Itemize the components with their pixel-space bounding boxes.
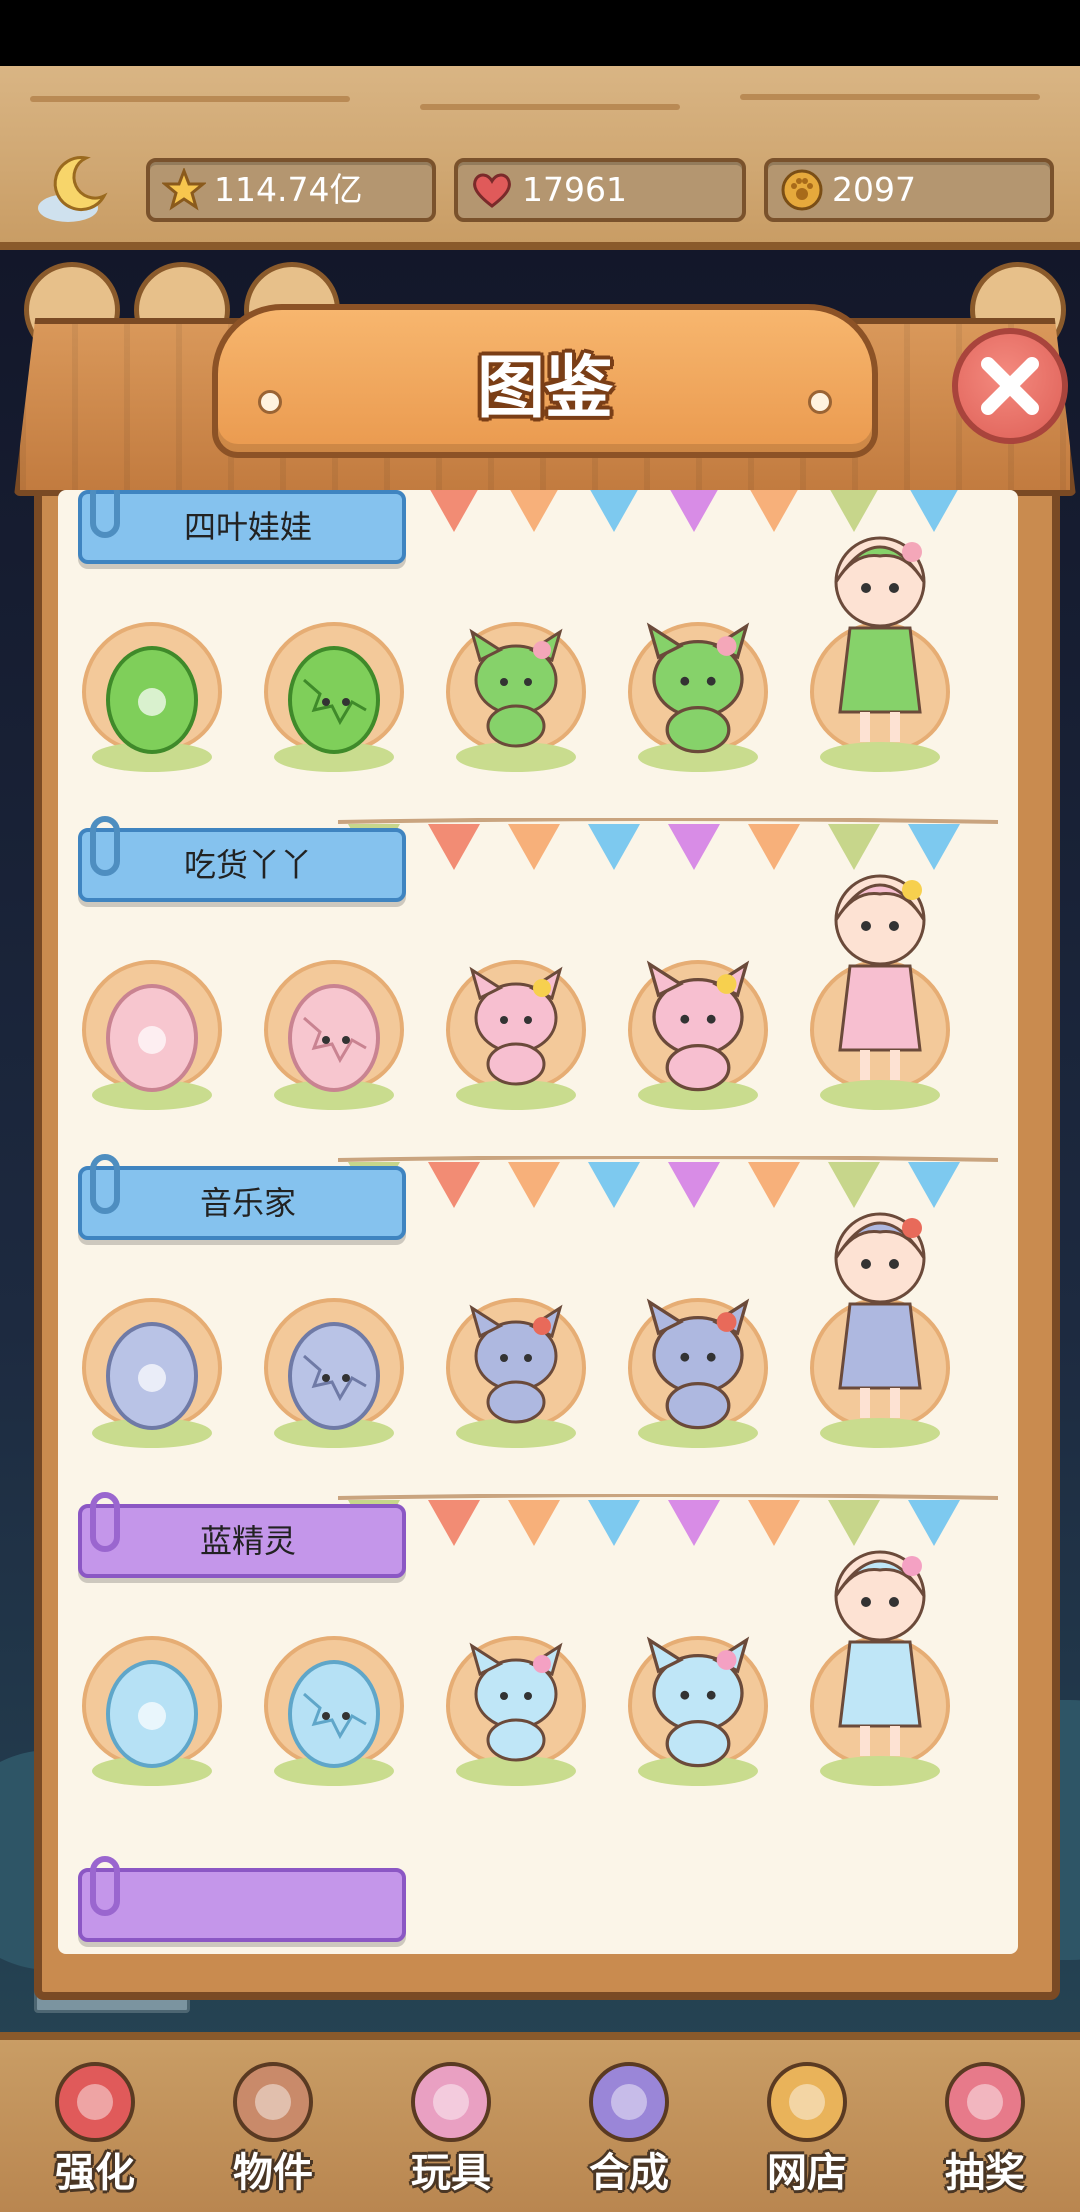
- nav-label: 网店: [767, 2150, 847, 2196]
- cards-icon: [589, 2062, 669, 2142]
- coins-counter: 2097: [764, 158, 1054, 222]
- heart-icon: [473, 173, 511, 208]
- collection-entry-cracked-egg[interactable]: [264, 1636, 404, 1786]
- collection-entry-child[interactable]: [628, 1636, 768, 1786]
- pet-character-icon: [469, 1304, 563, 1424]
- evolved-character-icon: [834, 1550, 926, 1756]
- nav-label: 强化: [55, 2150, 135, 2196]
- evolved-character-icon: [834, 1212, 926, 1418]
- collection-list[interactable]: 四叶娃娃 吃货丫丫 音乐家 蓝精灵: [58, 490, 1018, 1954]
- title-board: 图鉴: [212, 304, 878, 458]
- collection-entry-child[interactable]: [628, 960, 768, 1110]
- nav-label: 合成: [589, 2150, 669, 2196]
- pet-character-icon: [646, 960, 750, 1092]
- collection-entry-egg[interactable]: [82, 1298, 222, 1448]
- pet-character-icon: [469, 966, 563, 1086]
- collection-entry-egg[interactable]: [82, 1636, 222, 1786]
- collection-tag: 蓝精灵: [78, 1492, 406, 1578]
- stars-value: 114.74亿: [214, 170, 363, 209]
- collection-entry-humanoid[interactable]: [810, 1550, 950, 1786]
- collection-entry-egg[interactable]: [82, 960, 222, 1110]
- collection-name: 吃货丫丫: [183, 846, 312, 884]
- close-icon: [981, 357, 1039, 415]
- egg-icon: [106, 1660, 198, 1768]
- shop-icon: [767, 2062, 847, 2142]
- cracked-egg-icon: [288, 1322, 380, 1430]
- collection-tag: 吃货丫丫: [78, 816, 406, 902]
- evolved-character-icon: [834, 874, 926, 1080]
- lottery-wheel-icon: [945, 2062, 1025, 2142]
- cracked-egg-icon: [288, 984, 380, 1092]
- nav-4[interactable]: 网店: [722, 2060, 892, 2200]
- collection-entry-baby[interactable]: [446, 1298, 586, 1448]
- cracked-egg-icon: [288, 1660, 380, 1768]
- collection-section: 音乐家: [58, 1148, 1018, 1484]
- collection-entry-baby[interactable]: [446, 622, 586, 772]
- collection-name: 四叶娃娃: [183, 508, 312, 546]
- nav-3[interactable]: 合成: [544, 2060, 714, 2200]
- collection-entry-cracked-egg[interactable]: [264, 1298, 404, 1448]
- pet-character-icon: [469, 628, 563, 748]
- star-icon: [162, 168, 206, 211]
- collection-entry-child[interactable]: [628, 622, 768, 772]
- egg-icon: [106, 646, 198, 754]
- night-moon-icon[interactable]: [34, 150, 114, 230]
- nav-label: 物件: [233, 2150, 313, 2196]
- collection-section: 蓝精灵: [58, 1486, 1018, 1822]
- collection-entry-humanoid[interactable]: [810, 874, 950, 1110]
- collection-entry-egg[interactable]: [82, 622, 222, 772]
- collection-section: 吃货丫丫: [58, 810, 1018, 1146]
- collection-name: 音乐家: [199, 1184, 296, 1222]
- collection-tag: 音乐家: [78, 1154, 406, 1240]
- pet-character-icon: [646, 1298, 750, 1430]
- pet-character-icon: [469, 1642, 563, 1762]
- pet-character-icon: [646, 1636, 750, 1768]
- collection-entry-baby[interactable]: [446, 1636, 586, 1786]
- stars-counter: 114.74亿: [146, 158, 436, 222]
- piano-icon: [233, 2062, 313, 2142]
- collection-entry-baby[interactable]: [446, 960, 586, 1110]
- nav-1[interactable]: 物件: [188, 2060, 358, 2200]
- nav-5[interactable]: 抽奖: [900, 2060, 1070, 2200]
- popup-title: 图鉴: [476, 349, 613, 428]
- nav-2[interactable]: 玩具: [366, 2060, 536, 2200]
- status-bar: [0, 0, 1080, 66]
- collection-entry-cracked-egg[interactable]: [264, 960, 404, 1110]
- coins-value: 2097: [832, 170, 916, 209]
- lollipop-icon: [55, 2062, 135, 2142]
- egg-icon: [106, 984, 198, 1092]
- egg-icon: [106, 1322, 198, 1430]
- nav-label: 玩具: [411, 2150, 491, 2196]
- hearts-value: 17961: [522, 170, 627, 209]
- nav-label: 抽奖: [945, 2150, 1025, 2196]
- nav-0[interactable]: 强化: [10, 2060, 180, 2200]
- collection-section: 四叶娃娃: [58, 490, 1018, 808]
- collection-entry-child[interactable]: [628, 1298, 768, 1448]
- hearts-counter: 17961: [454, 158, 746, 222]
- toy-house-icon: [411, 2062, 491, 2142]
- collection-tag-partial: [78, 1856, 406, 1942]
- pet-character-icon: [646, 622, 750, 754]
- collection-name: 蓝精灵: [199, 1522, 296, 1560]
- close-button[interactable]: [952, 328, 1068, 444]
- collection-tag: 四叶娃娃: [78, 490, 406, 564]
- collection-entry-cracked-egg[interactable]: [264, 622, 404, 772]
- collection-entry-humanoid[interactable]: [810, 1212, 950, 1448]
- evolved-character-icon: [834, 536, 926, 742]
- cracked-egg-icon: [288, 646, 380, 754]
- collection-entry-humanoid[interactable]: [810, 536, 950, 772]
- paw-coin-icon: [781, 169, 823, 211]
